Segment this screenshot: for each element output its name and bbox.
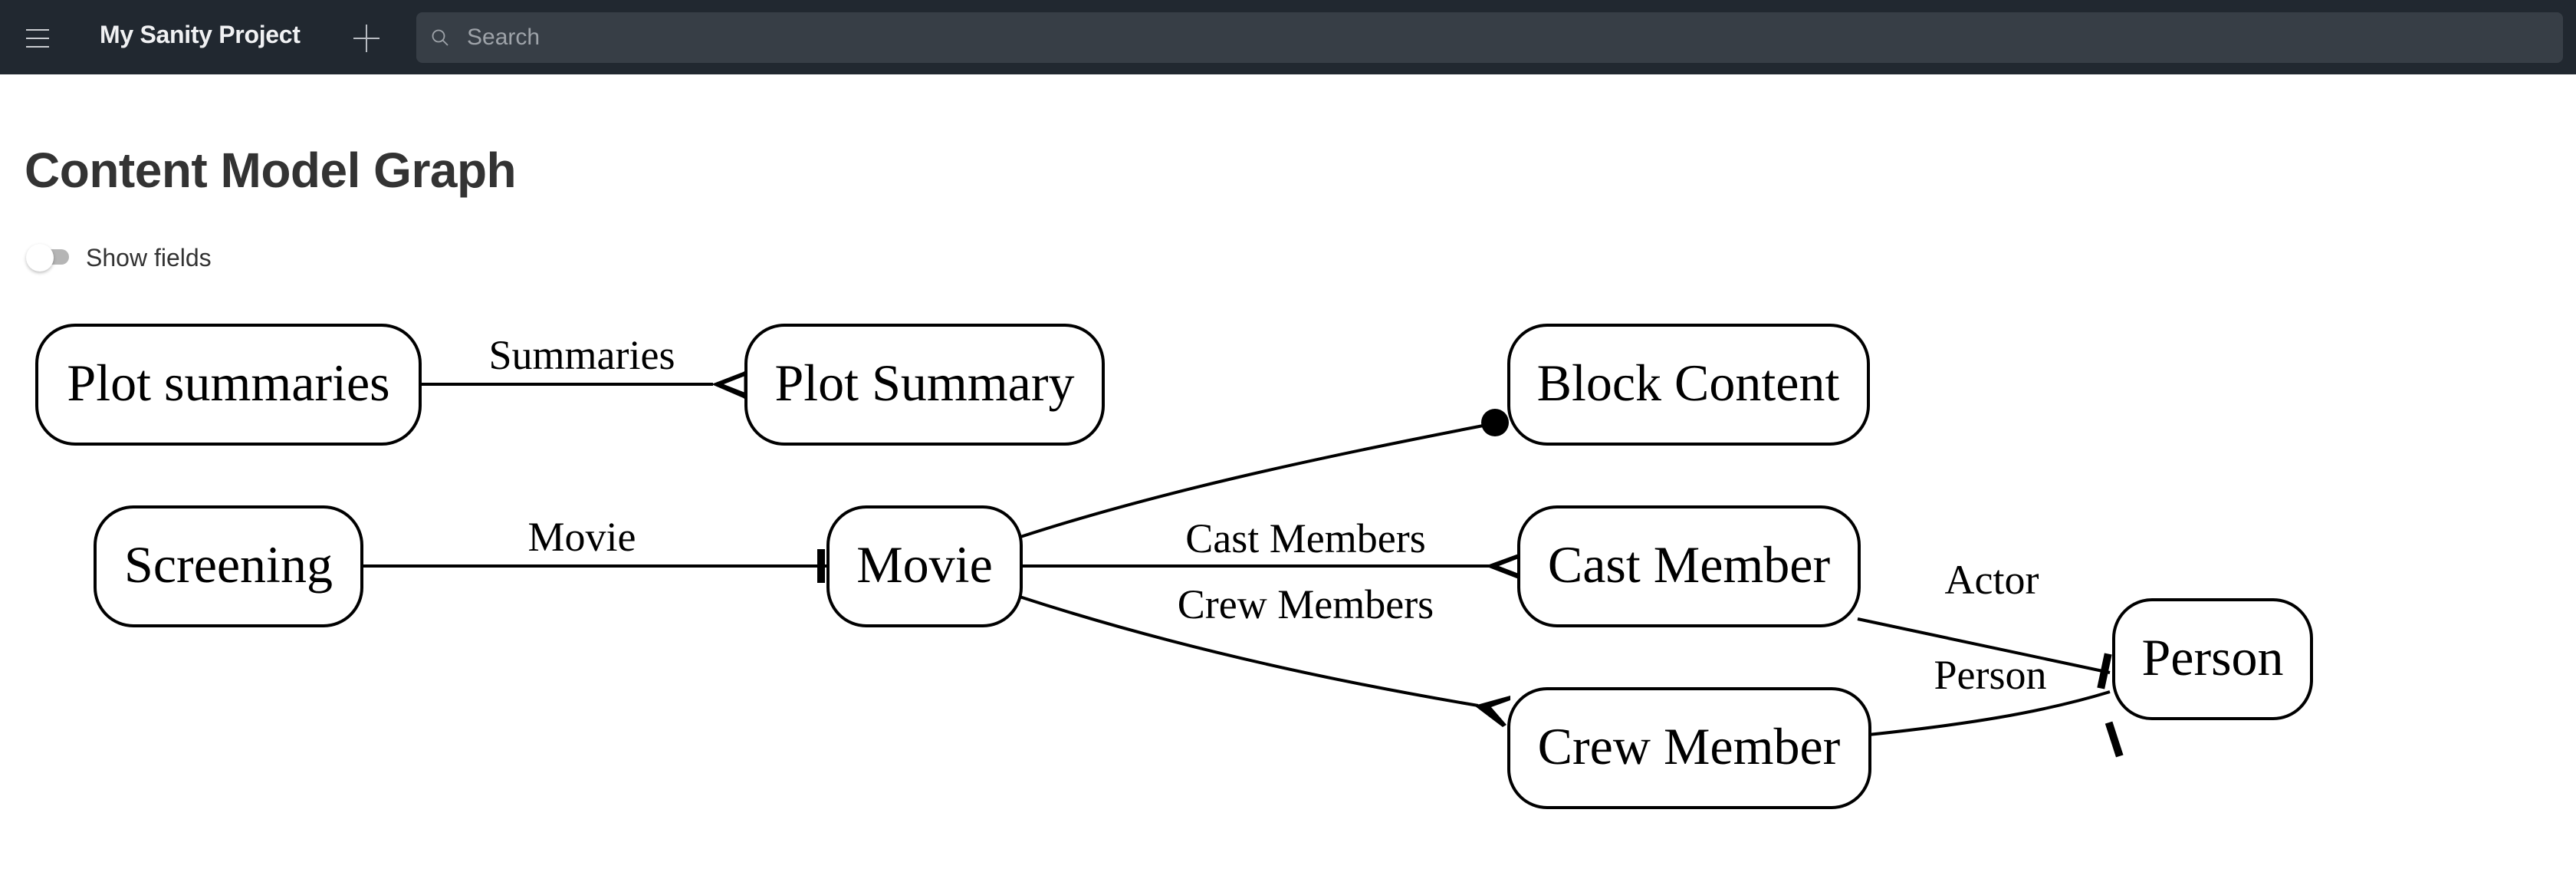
dot-marker <box>1481 409 1509 436</box>
node-label: Plot summaries <box>67 354 389 412</box>
edge-crew-members: Crew Members <box>1019 581 1510 727</box>
node-plot-summary[interactable]: Plot Summary <box>744 324 1105 446</box>
node-screening[interactable]: Screening <box>94 505 363 627</box>
node-label: Person <box>2141 628 2283 686</box>
node-plot-summaries[interactable]: Plot summaries <box>35 324 422 446</box>
edge-label: Movie <box>528 514 636 560</box>
crows-foot-marker <box>1485 554 1519 579</box>
node-label: Cast Member <box>1548 535 1831 594</box>
edge-label: Cast Members <box>1185 515 1425 561</box>
edge-summaries: Summaries <box>421 332 747 399</box>
node-cast-member[interactable]: Cast Member <box>1517 505 1861 627</box>
node-crew-member[interactable]: Crew Member <box>1507 687 1871 809</box>
node-label: Screening <box>124 535 333 594</box>
node-label: Crew Member <box>1538 717 1841 775</box>
node-label: Block Content <box>1537 354 1840 412</box>
edge-label: Crew Members <box>1178 581 1434 627</box>
node-label: Movie <box>856 535 993 594</box>
content-model-graph: Summaries Movie Cast Members Crew Member… <box>35 324 2313 809</box>
crows-foot-marker <box>711 371 745 399</box>
tee-marker <box>2104 721 2124 758</box>
edge-line <box>1868 690 2111 736</box>
edge-label: Summaries <box>489 332 675 378</box>
node-movie[interactable]: Movie <box>826 505 1023 627</box>
node-label: Plot Summary <box>774 354 1074 412</box>
edge-label: Person <box>1934 652 2047 698</box>
edge-label: Actor <box>1945 557 2039 603</box>
crows-foot-marker <box>1474 696 1510 727</box>
node-block-content[interactable]: Block Content <box>1507 324 1870 446</box>
tee-marker <box>817 549 825 583</box>
edge-cast-members: Cast Members <box>1021 515 1519 579</box>
node-person[interactable]: Person <box>2112 598 2313 720</box>
edge-movie: Movie <box>362 514 828 583</box>
